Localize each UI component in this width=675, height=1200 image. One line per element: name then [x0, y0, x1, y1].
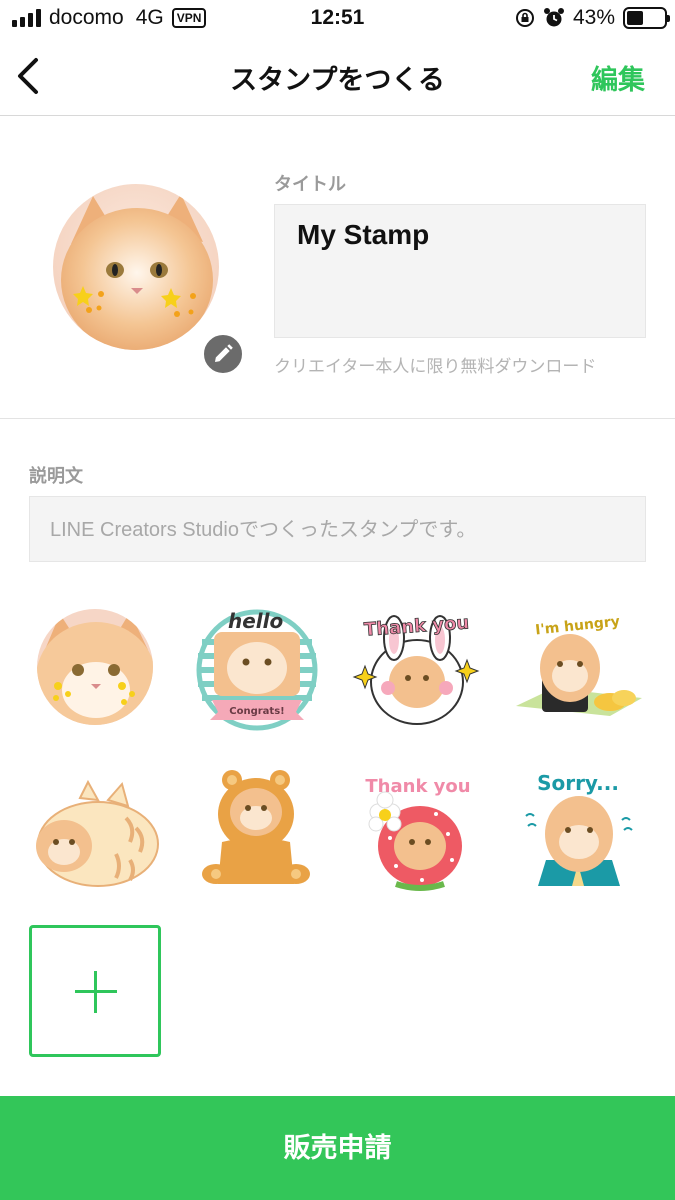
description-input[interactable]: LINE Creators Studioでつくったスタンプです。	[29, 496, 646, 562]
sticker-5-cat-loaf[interactable]	[30, 768, 160, 898]
sticker-7-thank-you-strawberry[interactable]: Thank you	[352, 768, 482, 898]
pencil-icon	[215, 344, 233, 362]
page-title: スタンプをつくる	[230, 65, 445, 95]
section-divider	[0, 418, 675, 419]
edit-image-button[interactable]	[202, 333, 244, 375]
download-note: クリエイター本人に限り無料ダウンロード	[274, 357, 597, 376]
congrats-text: Congrats!	[229, 706, 284, 717]
sales-application-button[interactable]: 販売申請	[0, 1096, 675, 1200]
hello-text: hello	[228, 609, 284, 633]
sticker-8-sorry[interactable]: Sorry...	[514, 768, 644, 898]
battery-percent: 43%	[572, 6, 615, 29]
sticker-3-thank-you[interactable]: Thank you	[352, 602, 482, 732]
thank-you-text-1: Thank you	[363, 612, 469, 640]
sorry-text: Sorry...	[537, 771, 619, 795]
hungry-text: I'm hungry	[535, 614, 621, 639]
description-label: 説明文	[29, 466, 83, 486]
thank-you-text-2: Thank you	[365, 776, 470, 797]
title-label: タイトル	[274, 174, 346, 194]
main-stamp-image[interactable]	[53, 184, 219, 350]
edit-button[interactable]: 編集	[591, 58, 645, 97]
sticker-2-hello[interactable]: Congrats! hello	[192, 602, 322, 732]
sticker-1[interactable]	[30, 602, 160, 732]
navigation-bar: スタンプをつくる 編集	[0, 40, 675, 116]
orientation-lock-icon	[515, 9, 534, 27]
add-sticker-button[interactable]	[29, 925, 161, 1057]
status-bar: docomo 4G VPN 12:51 43%	[0, 0, 675, 40]
alarm-icon	[543, 8, 564, 27]
battery-icon	[623, 7, 670, 29]
title-input[interactable]: My Stamp	[274, 204, 646, 338]
sticker-4-hungry[interactable]: I'm hungry	[514, 602, 644, 732]
sticker-6-bear[interactable]	[192, 768, 322, 898]
